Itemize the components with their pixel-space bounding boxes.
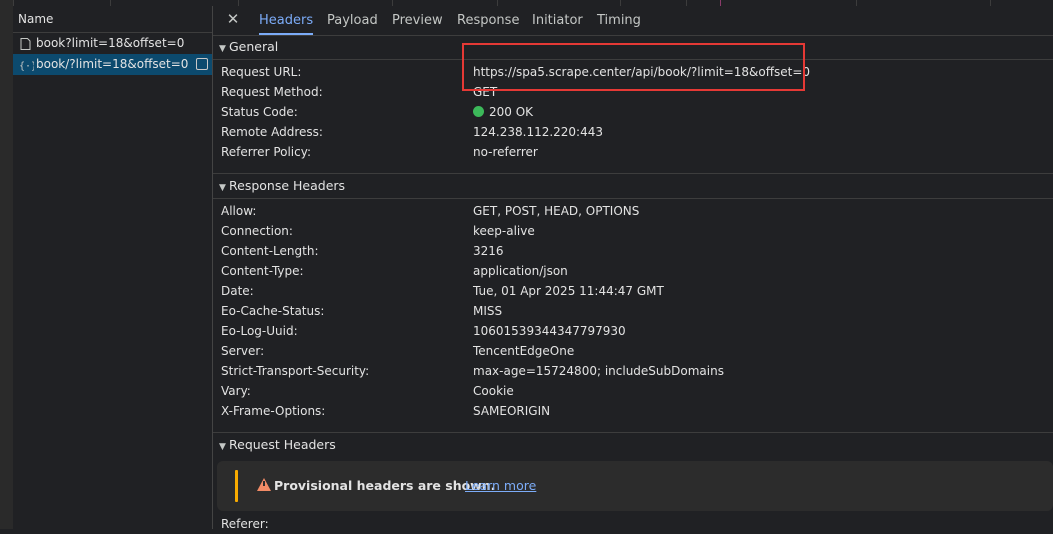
- header-row: Allow: GET, POST, HEAD, OPTIONS: [213, 201, 1053, 221]
- header-key: Content-Type:: [221, 264, 304, 278]
- request-row[interactable]: book?limit=18&offset=0: [13, 33, 212, 54]
- close-icon[interactable]: ✕: [225, 11, 241, 27]
- header-row: Remote Address: 124.238.112.220:443: [213, 122, 1053, 142]
- tab-timing[interactable]: Timing: [597, 6, 641, 35]
- warning-icon: [257, 478, 271, 491]
- name-column-header[interactable]: Name: [13, 6, 212, 33]
- header-key: Eo-Cache-Status:: [221, 304, 325, 318]
- header-row: Content-Type: application/json: [213, 261, 1053, 281]
- notice-text: Provisional headers are shown.: [274, 478, 496, 493]
- header-value[interactable]: SAMEORIGIN: [473, 401, 550, 421]
- header-row: Server: TencentEdgeOne: [213, 341, 1053, 361]
- learn-more-link[interactable]: Learn more: [465, 476, 536, 496]
- fetch-xhr-icon: {·}: [19, 61, 34, 71]
- section-title: Response Headers: [229, 178, 346, 193]
- header-row: Connection: keep-alive: [213, 221, 1053, 241]
- header-key: Strict-Transport-Security:: [221, 364, 370, 378]
- tab-response[interactable]: Response: [457, 6, 519, 35]
- request-row-label: book/?limit=18&offset=0: [36, 57, 189, 71]
- tab-headers[interactable]: Headers: [259, 6, 314, 35]
- tab-initiator[interactable]: Initiator: [532, 6, 583, 35]
- header-value[interactable]: GET, POST, HEAD, OPTIONS: [473, 201, 639, 221]
- header-row: Referer:: [213, 514, 1053, 534]
- header-row: Strict-Transport-Security: max-age=157248…: [213, 361, 1053, 381]
- section-title: General: [229, 39, 279, 54]
- divider: [213, 198, 1053, 199]
- header-row: Eo-Log-Uuid: 10601539344347797930: [213, 321, 1053, 341]
- header-key: Date:: [221, 284, 254, 298]
- status-text: 200 OK: [489, 105, 534, 119]
- header-key: Referrer Policy:: [221, 145, 311, 159]
- header-key: Server:: [221, 344, 265, 358]
- header-key: Vary:: [221, 384, 251, 398]
- triangle-down-icon: ▼: [219, 183, 226, 193]
- left-scroll-strip: [0, 0, 14, 529]
- header-value[interactable]: TencentEdgeOne: [473, 341, 574, 361]
- section-title: Request Headers: [229, 437, 336, 452]
- provisional-headers-notice: Provisional headers are shown. Learn mor…: [217, 461, 1053, 511]
- header-row: Vary: Cookie: [213, 381, 1053, 401]
- details-tab-bar: ✕ Headers Payload Preview Response Initi…: [213, 6, 1053, 36]
- request-row-selected[interactable]: {·} book/?limit=18&offset=0: [13, 54, 212, 75]
- triangle-down-icon: ▼: [219, 442, 226, 452]
- header-value[interactable]: Tue, 01 Apr 2025 11:44:47 GMT: [473, 281, 664, 301]
- header-value[interactable]: keep-alive: [473, 221, 535, 241]
- header-value[interactable]: application/json: [473, 261, 568, 281]
- status-ok-icon: [473, 106, 484, 117]
- header-key: Status Code:: [221, 105, 298, 119]
- triangle-down-icon: ▼: [219, 44, 226, 54]
- header-row: Eo-Cache-Status: MISS: [213, 301, 1053, 321]
- header-value[interactable]: 3216: [473, 241, 504, 261]
- tab-preview[interactable]: Preview: [392, 6, 443, 35]
- header-key: X-Frame-Options:: [221, 404, 326, 418]
- header-key: Connection:: [221, 224, 293, 238]
- request-list-pane: Name book?limit=18&offset=0 {·} book/?li…: [13, 6, 213, 529]
- header-value[interactable]: Cookie: [473, 381, 514, 401]
- header-value[interactable]: MISS: [473, 301, 502, 321]
- annotation-highlight-box: [462, 43, 805, 91]
- header-value[interactable]: max-age=15724800; includeSubDomains: [473, 361, 724, 381]
- document-icon: [20, 37, 31, 50]
- header-value[interactable]: no-referrer: [473, 142, 538, 162]
- svg-text:{·}: {·}: [19, 61, 34, 71]
- header-row: Date: Tue, 01 Apr 2025 11:44:47 GMT: [213, 281, 1053, 301]
- notice-accent-bar: [235, 470, 238, 502]
- request-details-pane: ✕ Headers Payload Preview Response Initi…: [213, 6, 1053, 531]
- header-value[interactable]: 10601539344347797930: [473, 321, 626, 341]
- header-key: Request Method:: [221, 85, 323, 99]
- header-key: Eo-Log-Uuid:: [221, 324, 298, 338]
- reveal-in-panel-icon[interactable]: [196, 58, 208, 70]
- header-key: Referer:: [221, 517, 269, 531]
- header-key: Allow:: [221, 204, 257, 218]
- request-row-label: book?limit=18&offset=0: [36, 36, 185, 50]
- status-value[interactable]: 200 OK: [473, 102, 533, 122]
- header-value[interactable]: 124.238.112.220:443: [473, 122, 603, 142]
- header-row: X-Frame-Options: SAMEORIGIN: [213, 401, 1053, 421]
- header-row: Content-Length: 3216: [213, 241, 1053, 261]
- header-row: Referrer Policy: no-referrer: [213, 142, 1053, 162]
- header-key: Remote Address:: [221, 125, 323, 139]
- header-row: Status Code: 200 OK: [213, 102, 1053, 122]
- header-key: Content-Length:: [221, 244, 319, 258]
- tab-payload[interactable]: Payload: [327, 6, 378, 35]
- section-request-headers-header[interactable]: ▼ Request Headers: [213, 433, 1053, 457]
- section-response-headers-header[interactable]: ▼ Response Headers: [213, 174, 1053, 198]
- header-key: Request URL:: [221, 65, 302, 79]
